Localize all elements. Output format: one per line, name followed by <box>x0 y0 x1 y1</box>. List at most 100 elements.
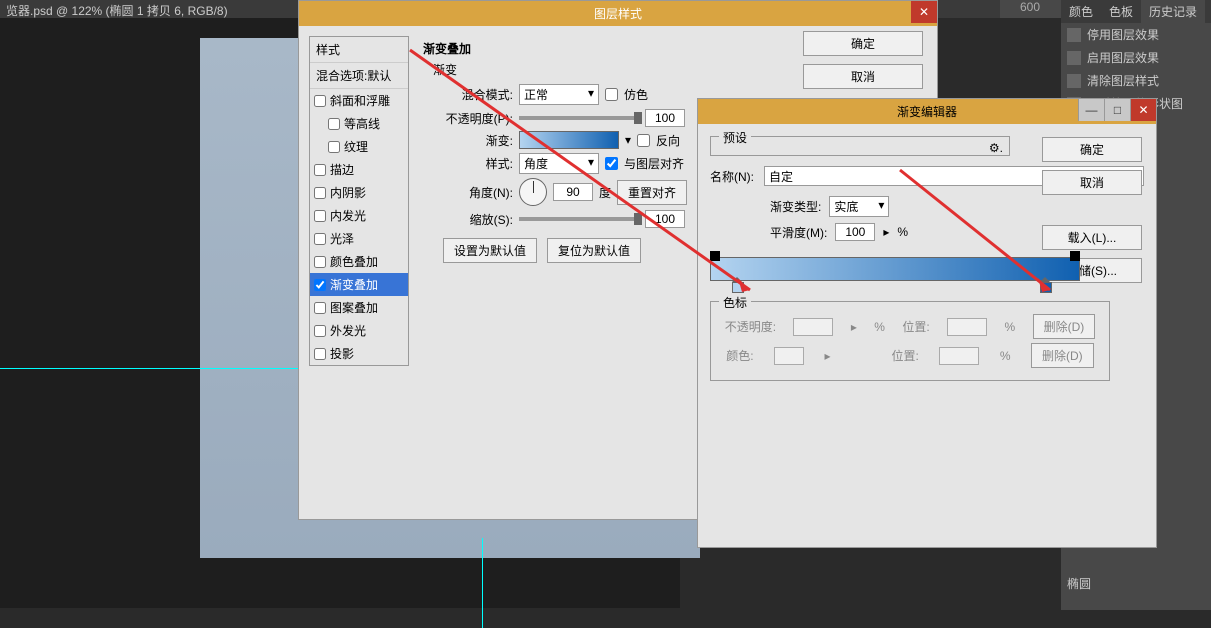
stop-pos-input <box>947 318 987 336</box>
scale-label: 缩放(S): <box>443 211 513 228</box>
style-label: 样式: <box>443 155 513 172</box>
stop-pos-label2: 位置: <box>892 347 919 364</box>
guide-vertical[interactable] <box>482 538 483 628</box>
checkbox[interactable] <box>314 233 326 245</box>
load-button[interactable]: 载入(L)... <box>1042 225 1142 250</box>
style-inner-shadow[interactable]: 内阴影 <box>310 181 408 204</box>
percent: % <box>897 225 908 239</box>
tab-history[interactable]: 历史记录 <box>1141 0 1205 23</box>
gradient-editor-dialog: 渐变编辑器 — □ ✕ 确定 取消 载入(L)... 存储(S)... 预设 ⚙… <box>697 98 1157 548</box>
cancel-button[interactable]: 取消 <box>1042 170 1142 195</box>
gradient-label: 渐变: <box>443 132 513 149</box>
style-drop-shadow[interactable]: 投影 <box>310 342 408 365</box>
style-satin[interactable]: 光泽 <box>310 227 408 250</box>
color-swatch <box>774 347 804 365</box>
style-texture[interactable]: 纹理 <box>310 135 408 158</box>
opacity-stop-right[interactable] <box>1070 251 1080 261</box>
type-label: 渐变类型: <box>770 198 821 215</box>
align-label: 与图层对齐 <box>624 155 684 172</box>
reset-default-button[interactable]: 复位为默认值 <box>547 238 641 263</box>
stop-opacity-input <box>793 318 833 336</box>
stops-legend: 色标 <box>719 294 751 311</box>
doc-icon <box>1067 51 1081 65</box>
style-pattern-overlay[interactable]: 图案叠加 <box>310 296 408 319</box>
scale-input[interactable] <box>645 210 685 228</box>
set-default-button[interactable]: 设置为默认值 <box>443 238 537 263</box>
opacity-input[interactable] <box>645 109 685 127</box>
presets-group: 预设 ⚙. <box>710 136 1010 156</box>
checkbox[interactable] <box>328 141 340 153</box>
style-outer-glow[interactable]: 外发光 <box>310 319 408 342</box>
opacity-stop-left[interactable] <box>710 251 720 261</box>
minimize-button[interactable]: — <box>1078 99 1104 121</box>
style-inner-glow[interactable]: 内发光 <box>310 204 408 227</box>
color-stop-left[interactable] <box>732 277 742 291</box>
gradient-bar[interactable] <box>710 257 1080 281</box>
checkbox[interactable] <box>314 164 326 176</box>
checkbox[interactable] <box>314 95 326 107</box>
checkbox[interactable] <box>314 348 326 360</box>
reverse-label: 反向 <box>656 132 680 149</box>
opacity-slider[interactable] <box>519 116 639 120</box>
opacity-label: 不透明度(P): <box>443 110 513 127</box>
smooth-label: 平滑度(M): <box>770 224 827 241</box>
doc-icon <box>1067 74 1081 88</box>
stop-color-label: 颜色: <box>726 347 753 364</box>
checkbox[interactable] <box>314 210 326 222</box>
style-color-overlay[interactable]: 颜色叠加 <box>310 250 408 273</box>
cancel-button[interactable]: 取消 <box>803 64 923 89</box>
style-select[interactable]: 角度▾ <box>519 153 599 174</box>
blend-mode-select[interactable]: 正常▾ <box>519 84 599 105</box>
name-label: 名称(N): <box>710 168 754 185</box>
style-bevel[interactable]: 斜面和浮雕 <box>310 89 408 112</box>
history-item[interactable]: 停用图层效果 <box>1061 23 1211 46</box>
delete-button2: 删除(D) <box>1031 343 1094 368</box>
checkbox[interactable] <box>314 279 326 291</box>
reverse-checkbox[interactable] <box>637 134 650 147</box>
dither-checkbox[interactable] <box>605 88 618 101</box>
checkbox[interactable] <box>314 187 326 199</box>
dialog2-title[interactable]: 渐变编辑器 — □ ✕ <box>698 99 1156 124</box>
close-button[interactable]: ✕ <box>911 1 937 23</box>
align-checkbox[interactable] <box>605 157 618 170</box>
angle-unit: 度 <box>599 184 611 201</box>
close-button[interactable]: ✕ <box>1130 99 1156 121</box>
style-stroke[interactable]: 描边 <box>310 158 408 181</box>
stop-pos-input2 <box>939 347 979 365</box>
tab-swatches[interactable]: 色板 <box>1101 0 1141 23</box>
scale-slider[interactable] <box>519 217 639 221</box>
history-item[interactable]: 启用图层效果 <box>1061 46 1211 69</box>
style-gradient-overlay[interactable]: 渐变叠加 <box>310 273 408 296</box>
panel-tabs: 颜色 色板 历史记录 <box>1061 0 1211 23</box>
history-item[interactable]: 清除图层样式 <box>1061 69 1211 92</box>
checkbox[interactable] <box>314 302 326 314</box>
checkbox[interactable] <box>314 256 326 268</box>
layer-item[interactable]: 椭圆 <box>1061 572 1211 595</box>
blend-mode-label: 混合模式: <box>443 86 513 103</box>
smooth-input[interactable] <box>835 223 875 241</box>
angle-input[interactable] <box>553 183 593 201</box>
gear-icon[interactable]: ⚙. <box>989 141 1003 155</box>
checkbox[interactable] <box>328 118 340 130</box>
ok-button[interactable]: 确定 <box>1042 137 1142 162</box>
dither-label: 仿色 <box>624 86 648 103</box>
blend-options[interactable]: 混合选项:默认 <box>310 63 408 89</box>
checkbox[interactable] <box>314 325 326 337</box>
stop-pos-label: 位置: <box>902 318 929 335</box>
style-list: 样式 混合选项:默认 斜面和浮雕 等高线 纹理 描边 内阴影 内发光 光泽 颜色… <box>309 36 409 366</box>
color-stop-right[interactable] <box>1040 277 1050 291</box>
style-contour[interactable]: 等高线 <box>310 112 408 135</box>
stop-opacity-label: 不透明度: <box>725 318 776 335</box>
doc-icon <box>1067 28 1081 42</box>
angle-label: 角度(N): <box>443 184 513 201</box>
type-select[interactable]: 实底▾ <box>829 196 889 217</box>
presets-legend: 预设 <box>719 129 751 146</box>
gradient-preview[interactable] <box>519 131 619 149</box>
styles-header[interactable]: 样式 <box>310 37 408 63</box>
reset-align-button[interactable]: 重置对齐 <box>617 180 687 205</box>
dialog-title[interactable]: 图层样式 ✕ <box>299 1 937 26</box>
ok-button[interactable]: 确定 <box>803 31 923 56</box>
tab-color[interactable]: 颜色 <box>1061 0 1101 23</box>
angle-dial[interactable] <box>519 178 547 206</box>
maximize-button[interactable]: □ <box>1104 99 1130 121</box>
